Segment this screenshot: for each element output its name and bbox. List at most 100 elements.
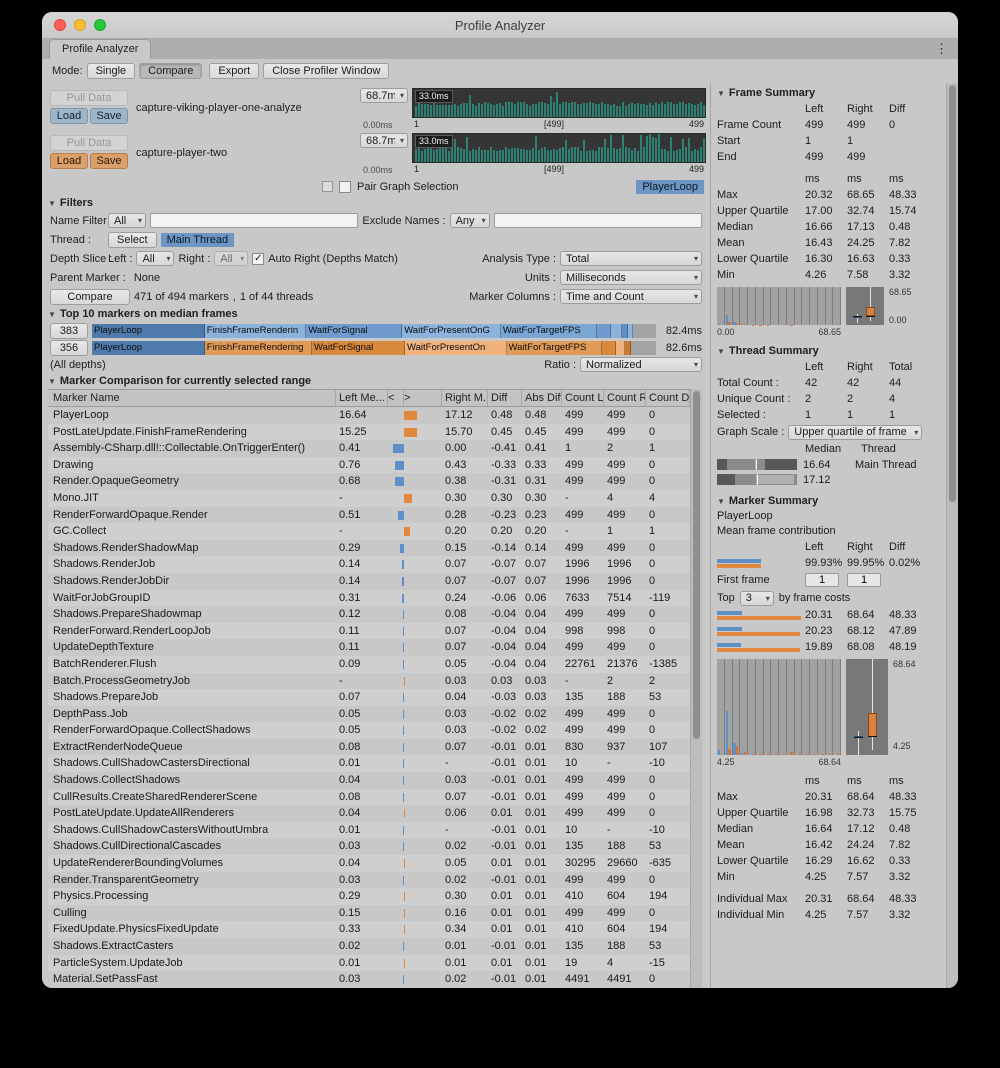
marker-columns-dropdown[interactable]: Time and Count▾ [560, 289, 702, 304]
pull-data-button-left[interactable]: Pull Data [50, 90, 128, 106]
table-row[interactable]: BatchRenderer.Flush0.090.05-0.040.042276… [48, 656, 690, 673]
name-filter-input[interactable] [150, 213, 358, 228]
exclude-names-input[interactable] [494, 213, 702, 228]
load-button-left[interactable]: Load [50, 108, 88, 124]
filters-header[interactable]: ▼Filters [42, 195, 710, 211]
thread-row-second[interactable]: 17.12 [717, 472, 944, 487]
table-row[interactable]: Shadows.CullShadowCastersDirectional0.01… [48, 755, 690, 772]
table-row[interactable]: Shadows.ExtractCasters0.020.01-0.010.011… [48, 938, 690, 955]
save-button-left[interactable]: Save [90, 108, 128, 124]
graph-options-icon[interactable] [322, 181, 333, 192]
close-profiler-window-button[interactable]: Close Profiler Window [263, 63, 389, 79]
table-row[interactable]: Material.SetPassFast0.030.02-0.010.01449… [48, 971, 690, 988]
column-header[interactable]: Count D... [646, 390, 690, 406]
marker-histogram[interactable] [717, 659, 841, 755]
table-row[interactable]: CullResults.CreateSharedRendererScene0.0… [48, 789, 690, 806]
table-row[interactable]: Shadows.CollectShadows0.040.03-0.010.014… [48, 772, 690, 789]
panel-scrollbar[interactable] [946, 83, 958, 988]
frame-histogram[interactable] [717, 287, 841, 325]
column-header[interactable]: Abs Diff [522, 390, 562, 406]
column-header[interactable]: < [388, 390, 404, 406]
table-row[interactable]: Shadows.PrepareJob0.070.04-0.030.0313518… [48, 689, 690, 706]
table-row[interactable]: RenderForwardOpaque.Render0.510.28-0.230… [48, 507, 690, 524]
table-row[interactable]: Render.TransparentGeometry0.030.02-0.010… [48, 872, 690, 889]
compare-button[interactable]: Compare [50, 289, 130, 305]
table-row[interactable]: WaitForJobGroupID0.310.24-0.060.06763375… [48, 590, 690, 607]
table-row[interactable]: Shadows.RenderJob0.140.07-0.070.07199619… [48, 556, 690, 573]
median-frame-button-left[interactable]: 383 [50, 323, 88, 339]
thread-select-button[interactable]: Select [108, 232, 157, 248]
top10-segment[interactable] [597, 324, 612, 338]
load-button-right[interactable]: Load [50, 153, 88, 169]
ratio-dropdown[interactable]: Normalized▾ [580, 357, 702, 372]
first-frame-left-button[interactable]: 1 [805, 573, 839, 587]
median-frame-button-right[interactable]: 356 [50, 340, 88, 356]
depth-left-dropdown[interactable]: All▾ [136, 251, 174, 266]
range-dropdown-left[interactable]: 68.7ms▾ [360, 88, 408, 103]
top10-segment[interactable]: PlayerLoop [92, 341, 205, 355]
table-row[interactable]: PostLateUpdate.UpdateAllRenderers0.040.0… [48, 805, 690, 822]
table-row[interactable]: Drawing0.760.43-0.330.334994990 [48, 457, 690, 474]
top10-segment[interactable]: FinishFrameRendering [205, 341, 312, 355]
table-row[interactable]: Shadows.PrepareShadowmap0.120.08-0.040.0… [48, 606, 690, 623]
table-row[interactable]: RenderForwardOpaque.CollectShadows0.050.… [48, 722, 690, 739]
scrollbar-thumb[interactable] [949, 85, 956, 502]
table-row[interactable]: UpdateRendererBoundingVolumes0.040.050.0… [48, 855, 690, 872]
column-header[interactable]: Left Me... [336, 390, 388, 406]
table-row[interactable]: Shadows.CullDirectionalCascades0.030.02-… [48, 838, 690, 855]
first-frame-right-button[interactable]: 1 [847, 573, 881, 587]
top10-segment[interactable]: FinishFrameRenderin [205, 324, 307, 338]
comparison-header[interactable]: ▼Marker Comparison for currently selecte… [42, 373, 710, 389]
top10-segment[interactable]: PlayerLoop [92, 324, 205, 338]
top10-segment[interactable]: WaitForTargetFPS [507, 341, 603, 355]
table-row[interactable]: GC.Collect-0.200.200.20-11 [48, 523, 690, 540]
scrollbar-thumb[interactable] [693, 391, 700, 739]
analysis-type-dropdown[interactable]: Total▾ [560, 251, 702, 266]
exclude-names-dropdown[interactable]: Any▾ [450, 213, 490, 228]
top10-segment[interactable]: WaitForSignal [312, 341, 405, 355]
table-row[interactable]: Culling0.150.160.010.014994990 [48, 905, 690, 922]
depth-right-dropdown[interactable]: All▾ [214, 251, 248, 266]
table-row[interactable]: RenderForward.RenderLoopJob0.110.07-0.04… [48, 623, 690, 640]
column-header[interactable]: Marker Name [48, 390, 336, 406]
graph-scale-dropdown[interactable]: Upper quartile of frame ti▾ [788, 425, 922, 440]
range-dropdown-right[interactable]: 68.7ms▾ [360, 133, 408, 148]
top10-segment[interactable] [625, 341, 631, 355]
thread-summary-header[interactable]: ▼Thread Summary [717, 343, 944, 359]
table-row[interactable]: UpdateDepthTexture0.110.07-0.040.0449949… [48, 639, 690, 656]
top10-segment[interactable] [611, 324, 621, 338]
top10-segment[interactable] [616, 341, 625, 355]
menu-icon[interactable]: ⋮ [935, 41, 948, 57]
table-row[interactable]: Physics.Processing0.290.300.010.01410604… [48, 888, 690, 905]
name-filter-dropdown[interactable]: All▾ [108, 213, 146, 228]
table-row[interactable]: Shadows.CullShadowCastersWithoutUmbra0.0… [48, 822, 690, 839]
table-row[interactable]: Batch.ProcessGeometryJob-0.030.030.03-22 [48, 673, 690, 690]
table-row[interactable]: Render.OpaqueGeometry0.680.38-0.310.3149… [48, 473, 690, 490]
top10-segment[interactable]: WaitForSignal [306, 324, 402, 338]
frame-time-graph-right[interactable]: 33.0ms [412, 133, 706, 163]
column-header[interactable]: Count R... [604, 390, 646, 406]
table-row[interactable]: PlayerLoop16.6417.120.480.484994990 [48, 407, 690, 424]
table-row[interactable]: Assembly-CSharp.dll!::Collectable.OnTrig… [48, 440, 690, 457]
pull-data-button-right[interactable]: Pull Data [50, 135, 128, 151]
table-row[interactable]: Shadows.RenderJobDir0.140.07-0.070.07199… [48, 573, 690, 590]
table-row[interactable]: DepthPass.Job0.050.03-0.020.024994990 [48, 706, 690, 723]
column-header[interactable]: Right M... [442, 390, 488, 406]
units-dropdown[interactable]: Milliseconds▾ [560, 270, 702, 285]
table-row[interactable]: FixedUpdate.PhysicsFixedUpdate0.330.340.… [48, 921, 690, 938]
frame-summary-header[interactable]: ▼Frame Summary [717, 85, 944, 101]
title-bar[interactable]: Profile Analyzer [42, 12, 958, 39]
top10-segment[interactable] [622, 324, 629, 338]
pair-graph-checkbox[interactable] [339, 181, 351, 193]
top10-segment[interactable]: WaitForPresentOnG [402, 324, 501, 338]
thread-row-main[interactable]: 16.64 Main Thread [717, 457, 944, 472]
selected-marker-chip[interactable]: PlayerLoop [636, 180, 704, 194]
auto-right-checkbox[interactable]: ✓ [252, 253, 264, 265]
column-header[interactable]: > [404, 390, 442, 406]
table-scrollbar[interactable] [690, 389, 702, 988]
top10-header[interactable]: ▼Top 10 markers on median frames [42, 306, 710, 322]
table-row[interactable]: ExtractRenderNodeQueue0.080.07-0.010.018… [48, 739, 690, 756]
top10-segment[interactable] [628, 324, 633, 338]
marker-summary-header[interactable]: ▼Marker Summary [717, 493, 944, 509]
table-row[interactable]: ParticleSystem.UpdateJob0.010.010.010.01… [48, 955, 690, 972]
